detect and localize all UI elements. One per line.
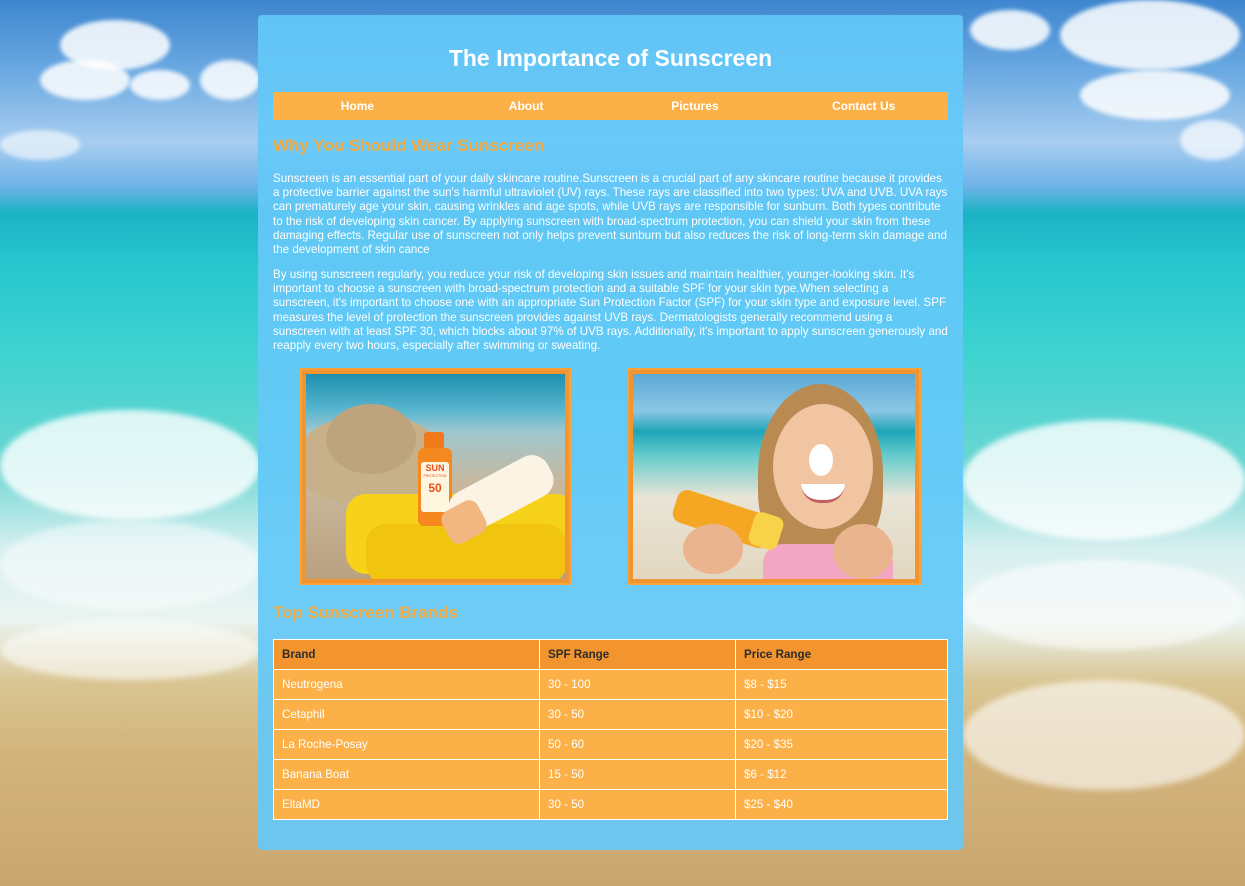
table-row: Banana Boat 15 - 50 $6 - $12 <box>273 759 948 790</box>
page-title: The Importance of Sunscreen <box>448 45 773 71</box>
nav-about[interactable]: About <box>442 92 611 120</box>
spf-cell: 15 - 50 <box>539 759 736 790</box>
price-cell: $8 - $15 <box>735 669 948 700</box>
why-paragraph-2: By using sunscreen regularly, you reduce… <box>273 268 948 353</box>
column-header-brand: Brand <box>273 639 540 670</box>
nav-home[interactable]: Home <box>273 92 442 120</box>
table-row: EltaMD 30 - 50 $25 - $40 <box>273 789 948 820</box>
main-container: The Importance of Sunscreen Home About P… <box>258 15 963 850</box>
spf-cell: 30 - 100 <box>539 669 736 700</box>
nav-bar: Home About Pictures Contact Us <box>273 92 948 120</box>
nav-contact-us[interactable]: Contact Us <box>779 92 948 120</box>
brand-cell: La Roche-Posay <box>273 729 540 760</box>
price-cell: $6 - $12 <box>735 759 948 790</box>
nav-pictures[interactable]: Pictures <box>611 92 780 120</box>
price-cell: $20 - $35 <box>735 729 948 760</box>
spf-cell: 50 - 60 <box>539 729 736 760</box>
table-header-row: Brand SPF Range Price Range <box>273 639 948 670</box>
brand-cell: Cetaphil <box>273 699 540 730</box>
why-heading: Why You Should Wear Sunscreen <box>273 136 545 155</box>
price-cell: $25 - $40 <box>735 789 948 820</box>
table-row: Cetaphil 30 - 50 $10 - $20 <box>273 699 948 730</box>
column-header-spf-range: SPF Range <box>539 639 736 670</box>
table-row: La Roche-Posay 50 - 60 $20 - $35 <box>273 729 948 760</box>
brands-heading: Top Sunscreen Brands <box>273 603 458 622</box>
bottle-sun-label: SUN <box>425 463 445 473</box>
brands-table: Brand SPF Range Price Range Neutrogena 3… <box>273 639 948 820</box>
brand-cell: Banana Boat <box>273 759 540 790</box>
brand-cell: Neutrogena <box>273 669 540 700</box>
column-header-price-range: Price Range <box>735 639 948 670</box>
sunscreen-products-photo: SUN PROTECTION 50 <box>300 368 571 585</box>
bottle-spf-label: 50 <box>428 481 442 495</box>
price-cell: $10 - $20 <box>735 699 948 730</box>
why-paragraph-1: Sunscreen is an essential part of your d… <box>273 172 948 257</box>
brand-cell: EltaMD <box>273 789 540 820</box>
table-row: Neutrogena 30 - 100 $8 - $15 <box>273 669 948 700</box>
spf-cell: 30 - 50 <box>539 699 736 730</box>
spf-cell: 30 - 50 <box>539 789 736 820</box>
girl-with-sunscreen-photo <box>627 368 921 585</box>
